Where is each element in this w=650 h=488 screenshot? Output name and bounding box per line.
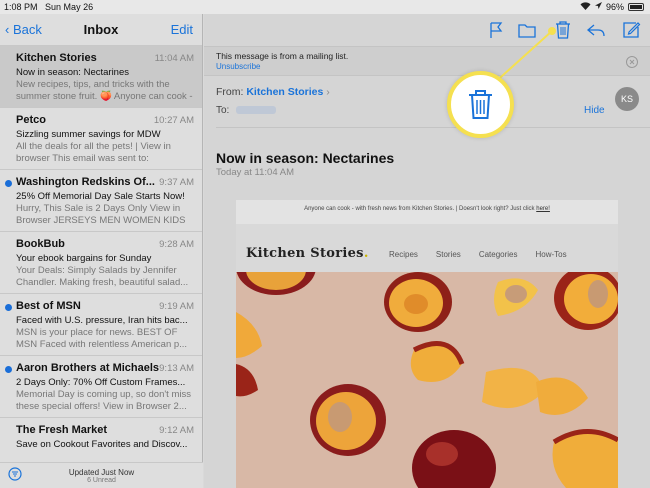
status-date: Sun May 26 bbox=[45, 2, 94, 12]
email-nav-stories[interactable]: Stories bbox=[436, 250, 461, 259]
from-row: From: Kitchen Stories › bbox=[216, 86, 330, 98]
close-icon[interactable] bbox=[626, 55, 638, 73]
battery-percent: 96% bbox=[605, 2, 624, 12]
message-preview: Your Deals: Simply Salads by Jennifer Ch… bbox=[16, 265, 189, 288]
redacted-recipient bbox=[236, 106, 277, 115]
brand-logo[interactable]: Kitchen Stories. bbox=[246, 246, 369, 261]
updated-status: Updated Just Now bbox=[68, 468, 135, 477]
message-preview: Memorial Day is coming up, so don't miss… bbox=[16, 389, 191, 412]
hide-details-button[interactable]: Hide bbox=[584, 105, 605, 116]
status-time: 1:08 PM bbox=[4, 2, 38, 12]
unread-dot-icon bbox=[5, 180, 12, 187]
divider bbox=[216, 127, 650, 128]
message-toolbar bbox=[204, 14, 650, 46]
message-time: 9:19 AM bbox=[159, 301, 194, 312]
message-subject: Now in season: Nectarines bbox=[16, 67, 129, 78]
message-row[interactable]: Kitchen Stories 11:04 AM Now in season: … bbox=[0, 46, 202, 108]
message-time: 10:27 AM bbox=[153, 115, 194, 126]
message-preview: MSN is your place for news. BEST OF MSN … bbox=[16, 327, 188, 350]
flag-icon[interactable] bbox=[485, 19, 507, 41]
message-row[interactable]: BookBub 9:28 AM Your ebook bargains for … bbox=[0, 232, 202, 294]
chevron-right-icon: › bbox=[326, 86, 330, 98]
email-nav-recipes[interactable]: Recipes bbox=[389, 250, 418, 259]
message-row[interactable]: Petco 10:27 AM Sizzling summer savings f… bbox=[0, 108, 202, 170]
avatar: KS bbox=[615, 87, 639, 111]
folder-icon[interactable] bbox=[516, 19, 538, 41]
message-subject: Save on Cookout Favorites and Discov... bbox=[16, 439, 188, 450]
unsubscribe-link[interactable]: Unsubscribe bbox=[216, 62, 260, 71]
reply-icon[interactable] bbox=[585, 19, 607, 41]
message-view-pane: This message is from a mailing list. Uns… bbox=[204, 14, 650, 488]
unread-dot-icon bbox=[5, 366, 12, 373]
message-row[interactable]: Aaron Brothers at Michaels 9:13 AM 2 Day… bbox=[0, 356, 202, 418]
message-time: 9:13 AM bbox=[159, 363, 194, 374]
email-body: Anyone can cook - with fresh news from K… bbox=[236, 200, 618, 488]
sender-name-link[interactable]: Kitchen Stories bbox=[246, 86, 323, 98]
compose-icon[interactable] bbox=[620, 19, 642, 41]
message-time: 9:28 AM bbox=[159, 239, 194, 250]
view-online-link[interactable]: here! bbox=[536, 206, 550, 212]
preheader-text: Anyone can cook - with fresh news from K… bbox=[304, 206, 535, 212]
email-brand-bar: Kitchen Stories. Recipes Stories Categor… bbox=[236, 224, 618, 272]
from-label: From: bbox=[216, 86, 244, 98]
message-preview: Hurry, This Sale is 2 Days Only View in … bbox=[16, 203, 186, 226]
inbox-nav-bar: ‹ Back Inbox Edit bbox=[0, 14, 202, 46]
email-nav-categories[interactable]: Categories bbox=[479, 250, 518, 259]
email-nav-howtos[interactable]: How-Tos bbox=[536, 250, 567, 259]
mailing-list-banner: This message is from a mailing list. Uns… bbox=[204, 46, 650, 76]
message-subject: 2 Days Only: 70% Off Custom Frames... bbox=[16, 377, 186, 388]
status-bar: 1:08 PM Sun May 26 96% bbox=[0, 0, 650, 14]
message-time: 9:37 AM bbox=[159, 177, 194, 188]
email-nav: Recipes Stories Categories How-Tos bbox=[389, 250, 567, 259]
nectarines-hero-image bbox=[236, 272, 618, 488]
message-time: 9:12 AM bbox=[159, 425, 194, 436]
message-subject: Faced with U.S. pressure, Iran hits bac.… bbox=[16, 315, 188, 326]
message-subject: Sizzling summer savings for MDW bbox=[16, 129, 161, 140]
unread-count: 6 Unread bbox=[87, 477, 116, 484]
location-icon bbox=[594, 2, 602, 12]
trash-callout bbox=[447, 71, 514, 138]
brand-dot: . bbox=[363, 246, 369, 261]
message-time: 11:04 AM bbox=[154, 53, 194, 64]
email-subject: Now in season: Nectarines bbox=[216, 150, 395, 166]
brand-name: Kitchen Stories bbox=[246, 246, 364, 261]
to-row: To: bbox=[216, 105, 277, 116]
inbox-footer: Updated Just Now 6 Unread bbox=[0, 462, 203, 488]
email-date: Today at 11:04 AM bbox=[216, 167, 294, 178]
message-row[interactable]: Best of MSN 9:19 AM Faced with U.S. pres… bbox=[0, 294, 202, 356]
message-preview: New recipes, tips, and tricks with the s… bbox=[16, 79, 193, 102]
message-list-pane: ‹ Back Inbox Edit Kitchen Stories 11:04 … bbox=[0, 14, 203, 488]
message-subject: Your ebook bargains for Sunday bbox=[16, 253, 152, 264]
to-label: To: bbox=[216, 105, 230, 116]
edit-button[interactable]: Edit bbox=[171, 22, 193, 37]
trash-icon[interactable] bbox=[552, 19, 574, 41]
email-preheader: Anyone can cook - with fresh news from K… bbox=[236, 200, 618, 224]
trash-icon bbox=[469, 90, 492, 119]
message-row[interactable]: The Fresh Market 9:12 AM Save on Cookout… bbox=[0, 418, 202, 458]
message-subject: 25% Off Memorial Day Sale Starts Now! bbox=[16, 191, 185, 202]
mailing-list-notice: This message is from a mailing list. bbox=[216, 51, 349, 61]
wifi-icon bbox=[580, 2, 591, 12]
battery-icon bbox=[628, 3, 644, 11]
message-preview: All the deals for all the pets! | View i… bbox=[16, 141, 171, 164]
unread-dot-icon bbox=[5, 304, 12, 311]
message-row[interactable]: Washington Redskins Of... 9:37 AM 25% Of… bbox=[0, 170, 202, 232]
